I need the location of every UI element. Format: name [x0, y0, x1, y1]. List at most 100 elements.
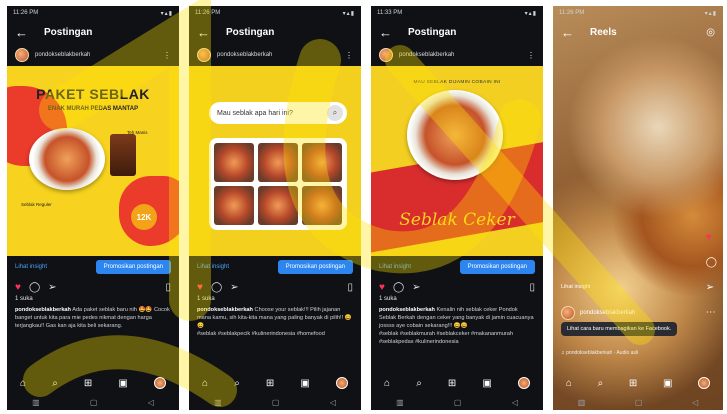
insights-link[interactable]: Lihat insight — [15, 264, 47, 270]
comment-icon[interactable]: ◯ — [29, 282, 40, 293]
heart-icon[interactable]: ♥ — [706, 232, 717, 243]
more-options-icon[interactable]: ⋯ — [706, 307, 717, 318]
profile-avatar[interactable] — [153, 377, 166, 389]
profile-avatar[interactable] — [517, 377, 530, 389]
heart-icon[interactable]: ♥ — [197, 282, 203, 293]
heart-icon[interactable]: ♥ — [379, 282, 385, 293]
page-title: Reels — [590, 26, 617, 38]
account-name[interactable]: pondokseblakberkah — [580, 310, 635, 316]
page-title: Postingan — [226, 26, 275, 38]
account-name[interactable]: pondokseblakberkah — [217, 52, 339, 58]
home-icon[interactable]: ⌂ — [202, 378, 208, 389]
avatar[interactable] — [561, 306, 575, 320]
facebook-share-tip[interactable]: Lihat cara baru membagikan ke Facebook. — [561, 322, 678, 336]
search-icon[interactable]: ⌕ — [234, 378, 240, 389]
home-icon[interactable]: ⌂ — [384, 378, 390, 389]
back-button-icon[interactable]: ◁ — [692, 398, 698, 407]
share-icon[interactable]: ➢ — [48, 282, 56, 293]
reels-icon[interactable]: ▣ — [663, 378, 672, 389]
like-count[interactable]: 1 suka — [189, 296, 361, 306]
insights-link[interactable]: Lihat insight — [197, 264, 229, 270]
account-name[interactable]: pondokseblakberkah — [399, 52, 521, 58]
recents-icon[interactable]: ▥ — [214, 398, 222, 407]
home-icon[interactable]: ⌂ — [20, 378, 26, 389]
avatar[interactable] — [379, 48, 393, 62]
comment-icon[interactable]: ◯ — [211, 282, 222, 293]
promote-button[interactable]: Promosikan postingan — [459, 260, 535, 274]
insights-link[interactable]: Lihat insight — [561, 284, 590, 290]
home-button-icon[interactable]: ▢ — [635, 398, 643, 407]
avatar[interactable] — [197, 48, 211, 62]
screen-post-seblak-ceker: 11:33 PM ▾▴▮ ← Postingan pondokseblakber… — [371, 6, 543, 410]
back-button-icon[interactable]: ◁ — [148, 398, 154, 407]
food-tile — [214, 186, 254, 225]
promote-button[interactable]: Promosikan postingan — [277, 260, 353, 274]
bookmark-icon[interactable]: ▯ — [529, 282, 535, 293]
system-nav: ▥ ▢ ◁ — [7, 394, 179, 410]
audio-label[interactable]: ♫ pondokseblakberkah · Audio asli — [561, 350, 638, 356]
heart-icon[interactable]: ♥ — [15, 282, 21, 293]
create-icon[interactable]: ⊞ — [448, 378, 456, 389]
share-icon[interactable]: ➢ — [230, 282, 238, 293]
insights-link[interactable]: Lihat insight — [379, 264, 411, 270]
profile-avatar[interactable] — [335, 377, 348, 389]
back-arrow-icon[interactable]: ← — [15, 26, 28, 39]
like-count[interactable]: 1 suka — [7, 296, 179, 306]
caption-user[interactable]: pondokseblakberkah — [379, 307, 435, 313]
create-icon[interactable]: ⊞ — [84, 378, 92, 389]
create-icon[interactable]: ⊞ — [629, 378, 637, 389]
recents-icon[interactable]: ▥ — [578, 398, 586, 407]
food-tile — [258, 143, 298, 182]
search-icon[interactable]: ⌕ — [598, 378, 604, 389]
reels-icon[interactable]: ▣ — [118, 378, 127, 389]
caption-hashtags[interactable]: #seblak #seblakpecik #kulinerindonesia #… — [197, 331, 325, 337]
reels-icon[interactable]: ▣ — [482, 378, 491, 389]
food-tile — [214, 143, 254, 182]
comment-icon[interactable]: ◯ — [706, 257, 717, 268]
post-image[interactable]: PAKET SEBLAK ENAK MURAH PEDAS MANTAP Teh… — [7, 66, 179, 256]
camera-icon[interactable]: ◎ — [706, 27, 715, 38]
share-icon[interactable]: ➢ — [706, 282, 717, 293]
home-button-icon[interactable]: ▢ — [454, 398, 462, 407]
caption-user[interactable]: pondokseblakberkah — [15, 307, 71, 313]
insights-row: Lihat insight Promosikan postingan — [189, 256, 361, 278]
bookmark-icon[interactable]: ▯ — [165, 282, 171, 293]
search-icon[interactable]: ⌕ — [416, 378, 422, 389]
status-time: 11:26 PM — [13, 10, 39, 16]
home-icon[interactable]: ⌂ — [566, 378, 572, 389]
back-arrow-icon[interactable]: ← — [561, 26, 574, 39]
reels-icon[interactable]: ▣ — [300, 378, 309, 389]
system-nav: ▥ ▢ ◁ — [553, 394, 723, 410]
avatar[interactable] — [15, 48, 29, 62]
insights-row: Lihat insight Promosikan postingan — [371, 256, 543, 278]
back-button-icon[interactable]: ◁ — [512, 398, 518, 407]
back-button-icon[interactable]: ◁ — [330, 398, 336, 407]
caption-hashtags[interactable]: #seblak #seblakmurah #seblakceker #makan… — [379, 331, 513, 344]
profile-avatar[interactable] — [698, 377, 711, 389]
recents-icon[interactable]: ▥ — [396, 398, 404, 407]
back-arrow-icon[interactable]: ← — [197, 26, 210, 39]
more-options-icon[interactable]: ⋮ — [163, 51, 171, 60]
top-bar: ← Postingan — [7, 20, 179, 44]
search-icon[interactable]: ⌕ — [52, 378, 58, 389]
home-button-icon[interactable]: ▢ — [90, 398, 98, 407]
poster-search-bar: Mau seblak apa hari ini? ⌕ — [209, 102, 347, 124]
back-arrow-icon[interactable]: ← — [379, 26, 392, 39]
create-icon[interactable]: ⊞ — [266, 378, 274, 389]
post-image[interactable]: Mau seblak apa hari ini? ⌕ — [189, 66, 361, 256]
more-options-icon[interactable]: ⋮ — [345, 51, 353, 60]
recents-icon[interactable]: ▥ — [32, 398, 40, 407]
share-icon[interactable]: ➢ — [412, 282, 420, 293]
more-options-icon[interactable]: ⋮ — [527, 51, 535, 60]
post-image[interactable]: MAU SEBLAK DIJAMIN COBAIN INI Seblak Cek… — [371, 66, 543, 256]
account-name[interactable]: pondokseblakberkah — [35, 52, 157, 58]
promote-button[interactable]: Promosikan postingan — [95, 260, 171, 274]
comment-icon[interactable]: ◯ — [393, 282, 404, 293]
home-button-icon[interactable]: ▢ — [272, 398, 280, 407]
poster-search-text: Mau seblak apa hari ini? — [217, 109, 293, 117]
post-header: pondokseblakberkah ⋮ — [189, 44, 361, 66]
bookmark-icon[interactable]: ▯ — [347, 282, 353, 293]
caption-user[interactable]: pondokseblakberkah — [197, 307, 253, 313]
like-count[interactable]: 1 suka — [371, 296, 543, 306]
price-badge: 12K — [131, 204, 157, 230]
